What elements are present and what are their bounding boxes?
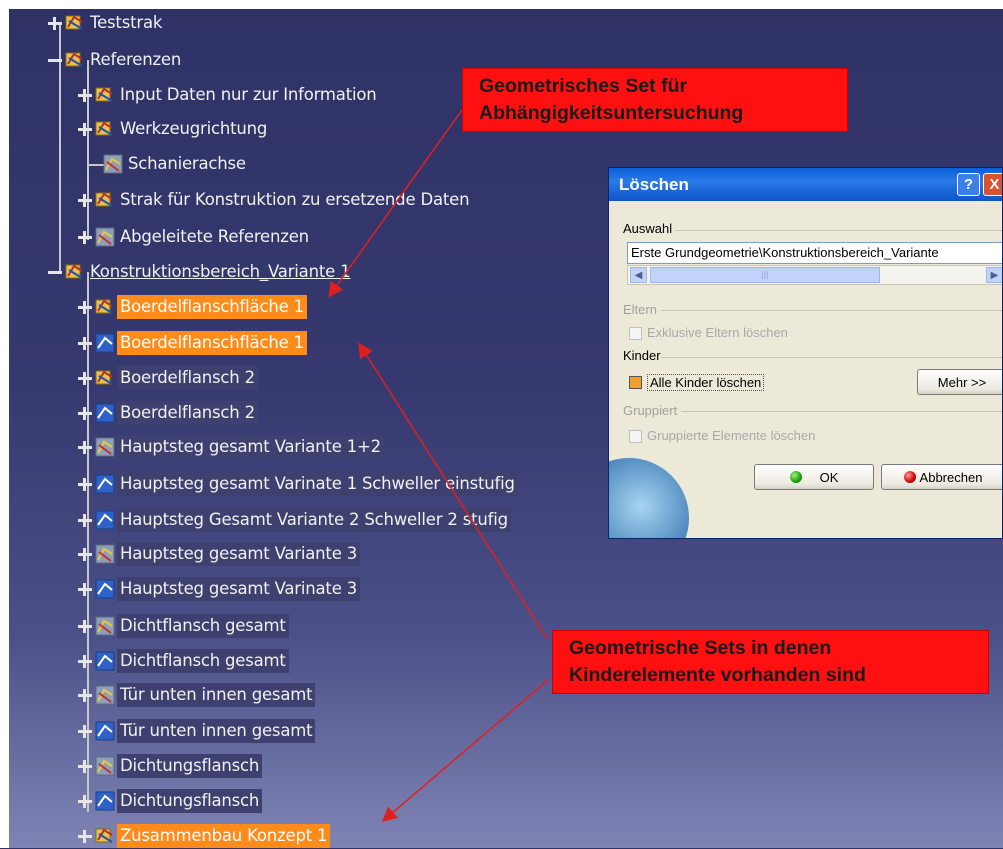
exclusive-parents-checkbox[interactable] [629, 327, 642, 340]
ok-green-dot-icon [789, 471, 802, 483]
kinder-group-label: Kinder [623, 348, 661, 363]
close-button[interactable]: X [983, 173, 1002, 196]
gruppiert-group-label: Gruppiert [623, 403, 678, 418]
callout-bottom-line2: Kinderelemente vorhanden sind [569, 664, 866, 686]
dialog-title: Löschen [619, 174, 689, 194]
globe-decoration [609, 458, 689, 538]
delete-dialog: Löschen ? X Auswahl Erste Grundgeometrie… [608, 167, 1003, 539]
ok-button[interactable]: OK [754, 464, 874, 490]
scroll-left-icon[interactable]: ◀ [630, 267, 647, 283]
eltern-group-label: Eltern [623, 302, 657, 317]
callout-bottom: Geometrische Sets in denen Kinderelement… [552, 630, 989, 694]
selection-scrollbar[interactable]: ◀ ||| ▶ [627, 265, 1002, 285]
group-divider [661, 310, 1002, 311]
scroll-right-icon[interactable]: ▶ [986, 267, 1002, 283]
selection-field[interactable]: Erste Grundgeometrie\Konstruktionsbereic… [627, 242, 1002, 264]
more-button[interactable]: Mehr >> [917, 369, 1002, 395]
group-divider [661, 357, 1002, 358]
all-children-label: Alle Kinder löschen [647, 374, 765, 391]
help-button[interactable]: ? [957, 173, 980, 196]
arrow-middle [358, 342, 549, 641]
callout-bottom-line1: Geometrische Sets in denen [569, 637, 832, 659]
all-children-checkbox[interactable] [629, 376, 642, 389]
ok-label: OK [819, 469, 839, 485]
callout-top-line1: Geometrisches Set für [479, 75, 688, 97]
group-divider [675, 230, 1002, 231]
grouped-elements-checkbox[interactable] [629, 430, 642, 443]
cancel-red-dot-icon [903, 471, 916, 483]
cancel-button[interactable]: Abbrechen [881, 464, 1002, 490]
auswahl-group-label: Auswahl [623, 221, 673, 236]
group-divider [681, 411, 1002, 412]
exclusive-parents-label: Exklusive Eltern löschen [647, 325, 788, 340]
callout-top: Geometrisches Set für Abhängigkeitsunter… [462, 68, 848, 132]
dialog-titlebar[interactable]: Löschen ? X [609, 168, 1002, 201]
arrow-top [328, 109, 463, 298]
callout-top-line2: Abhängigkeitsuntersuchung [479, 102, 744, 124]
scroll-thumb[interactable]: ||| [650, 267, 880, 283]
grouped-elements-label: Gruppierte Elemente löschen [647, 428, 816, 443]
cancel-label: Abbrechen [919, 469, 983, 485]
arrow-bottom [381, 679, 549, 822]
